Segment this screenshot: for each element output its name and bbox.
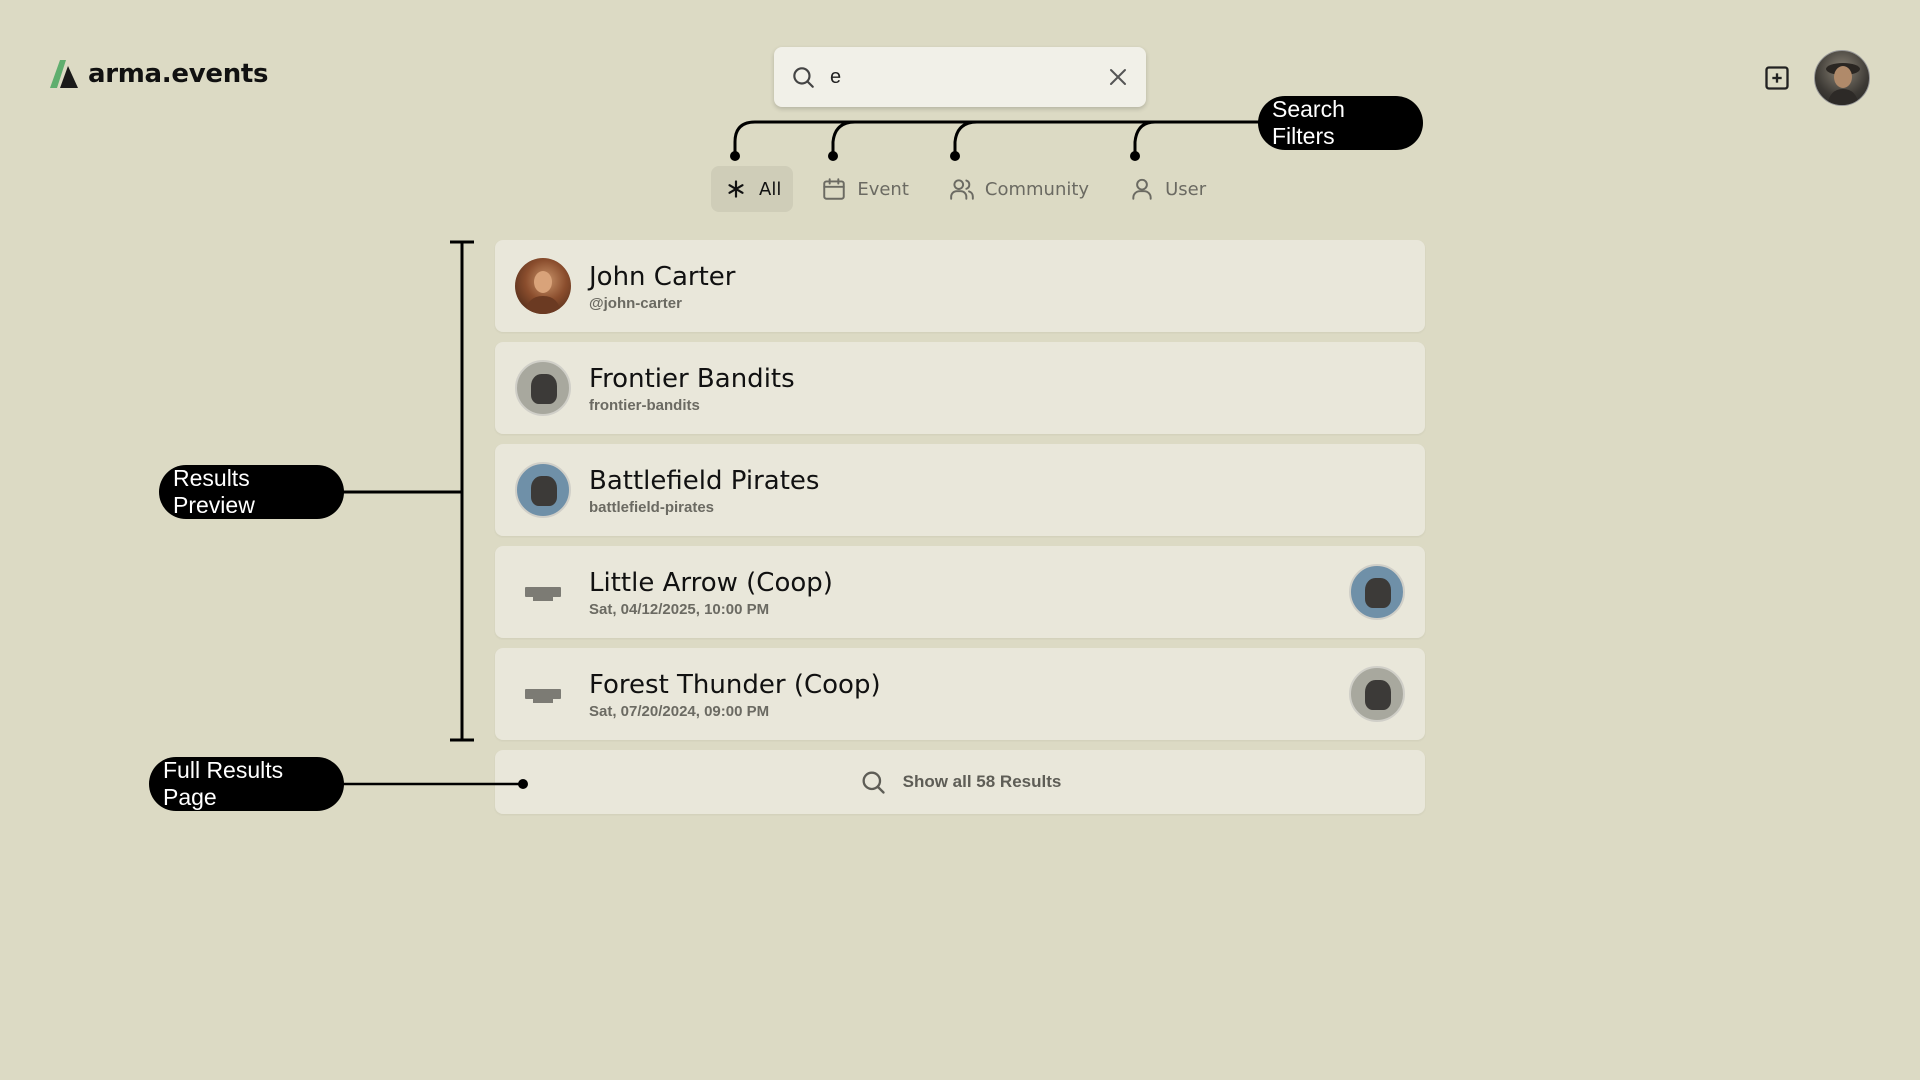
- arma-game-icon: [515, 564, 571, 620]
- search-icon: [793, 67, 814, 88]
- header-actions: [1762, 50, 1870, 106]
- result-item-event[interactable]: Forest Thunder (Coop) Sat, 07/20/2024, 0…: [495, 648, 1425, 740]
- plus-square-icon: [1765, 66, 1789, 90]
- result-subtitle: Sat, 04/12/2025, 10:00 PM: [589, 600, 770, 618]
- show-all-results-button[interactable]: Show all 58 Results: [495, 750, 1425, 814]
- results-preview-bracket: [340, 240, 474, 742]
- community-avatar: [1349, 666, 1405, 722]
- app-logo[interactable]: arma.events: [48, 58, 269, 90]
- filter-user-label: User: [1165, 178, 1207, 200]
- filter-community[interactable]: Community: [937, 166, 1101, 212]
- annotation-search-filters-label: Search Filters: [1272, 96, 1345, 149]
- result-title: Little Arrow (Coop): [589, 567, 833, 598]
- show-all-label: Show all 58 Results: [902, 772, 1062, 791]
- annotation-results-preview-label: Results Preview: [173, 465, 255, 518]
- calendar-icon: [823, 178, 846, 200]
- app-name: arma.events: [88, 59, 269, 89]
- filter-user[interactable]: User: [1117, 166, 1218, 212]
- filter-event-label: Event: [857, 178, 909, 200]
- result-title: Frontier Bandits: [589, 363, 795, 394]
- community-avatar: [1349, 564, 1405, 620]
- results-preview: John Carter @john-carter Frontier Bandit…: [495, 240, 1425, 814]
- clear-search-icon[interactable]: [1106, 65, 1130, 89]
- user-avatar-image: [1826, 63, 1860, 105]
- search-input[interactable]: [830, 65, 1106, 89]
- filter-community-label: Community: [984, 178, 1090, 200]
- result-item-event[interactable]: Little Arrow (Coop) Sat, 04/12/2025, 10:…: [495, 546, 1425, 638]
- result-subtitle: battlefield-pirates: [589, 498, 715, 516]
- filter-event[interactable]: Event: [809, 166, 921, 212]
- search-filters-connector: [733, 120, 1260, 155]
- result-title: Forest Thunder (Coop): [589, 669, 881, 700]
- search-bar[interactable]: [774, 47, 1146, 107]
- annotation-full-results-page-label: Full Results Page: [163, 757, 284, 810]
- filter-all-label: All: [759, 178, 782, 200]
- result-item-community[interactable]: Frontier Bandits frontier-bandits: [495, 342, 1425, 434]
- arma-game-icon: [515, 666, 571, 722]
- community-avatar: [515, 462, 571, 518]
- user-avatar-image: [525, 271, 561, 314]
- filter-all[interactable]: All: [711, 166, 794, 212]
- asterisk-icon: [728, 180, 744, 198]
- annotation-full-results-page: Full Results Page: [149, 757, 344, 811]
- create-button[interactable]: [1762, 63, 1792, 93]
- result-item-user[interactable]: John Carter @john-carter: [495, 240, 1425, 332]
- users-icon: [950, 179, 974, 200]
- result-subtitle: frontier-bandits: [589, 396, 700, 414]
- search-icon: [862, 771, 885, 794]
- annotation-search-filters: Search Filters: [1258, 96, 1423, 150]
- user-icon: [1132, 178, 1152, 200]
- annotation-results-preview: Results Preview: [159, 465, 344, 519]
- result-title: Battlefield Pirates: [589, 465, 820, 496]
- search-filters: All Event Community User: [711, 166, 1218, 212]
- result-subtitle: Sat, 07/20/2024, 09:00 PM: [589, 702, 770, 720]
- avatar: [515, 258, 571, 314]
- community-avatar: [515, 360, 571, 416]
- result-title: John Carter: [589, 261, 736, 292]
- result-item-community[interactable]: Battlefield Pirates battlefield-pirates: [495, 444, 1425, 536]
- arma-logo-icon: [50, 60, 78, 88]
- user-avatar[interactable]: [1814, 50, 1870, 106]
- result-subtitle: @john-carter: [589, 294, 682, 312]
